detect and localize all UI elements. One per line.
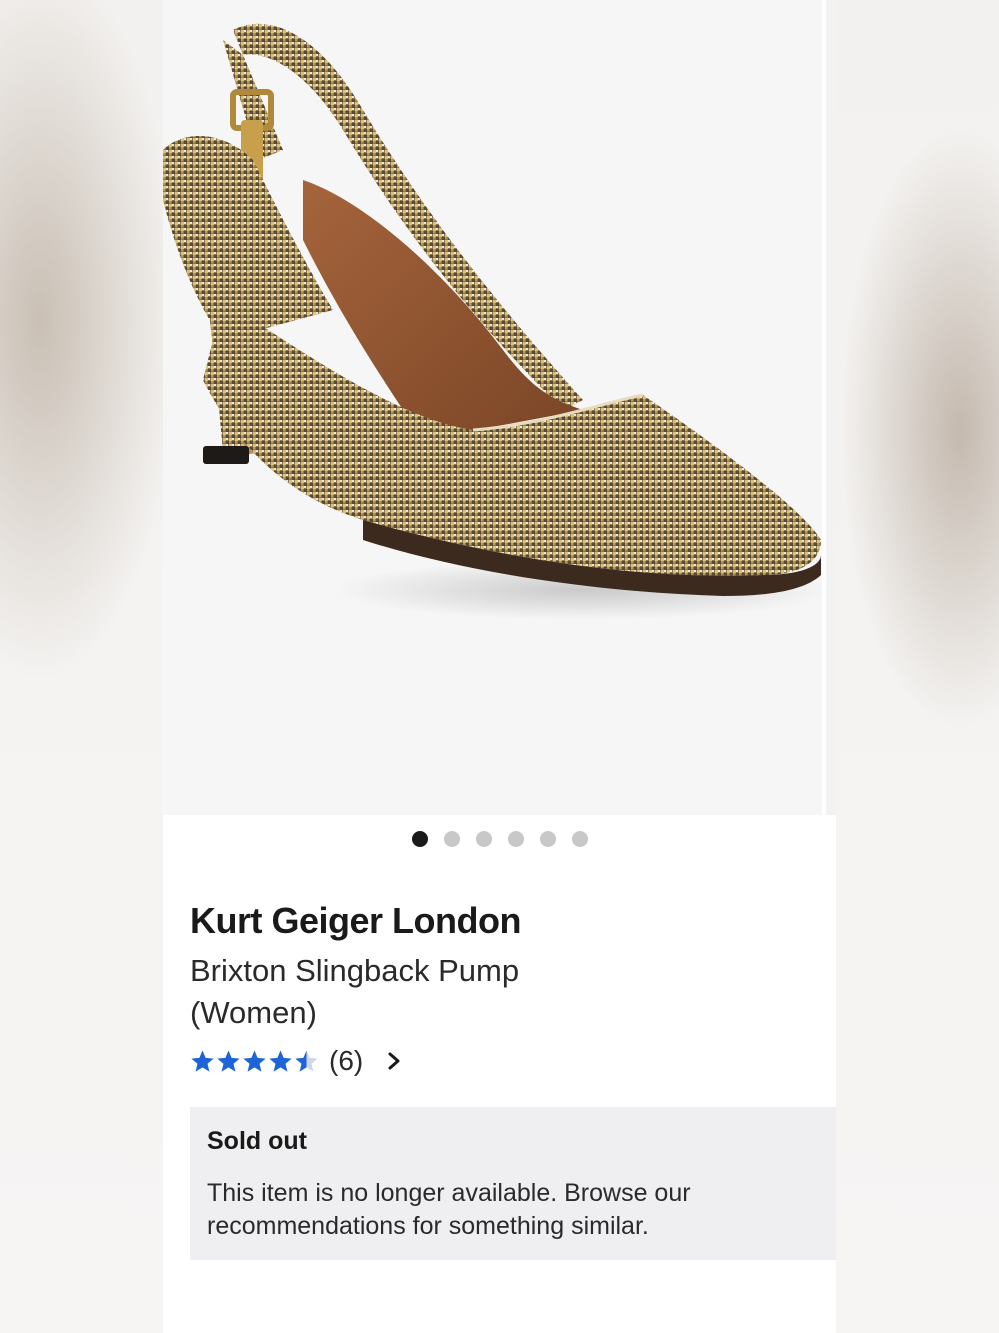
carousel-dot[interactable] bbox=[539, 831, 556, 847]
product-title: Brixton Slingback Pump (Women) bbox=[190, 953, 520, 1030]
product-card: Kurt Geiger London Brixton Slingback Pum… bbox=[163, 0, 836, 1333]
star-icon bbox=[295, 1050, 318, 1072]
star-icon bbox=[217, 1050, 240, 1072]
star-icon bbox=[191, 1050, 214, 1072]
carousel-dot[interactable] bbox=[411, 831, 428, 847]
carousel-dot[interactable] bbox=[507, 831, 524, 847]
rating-stars bbox=[190, 1049, 319, 1074]
product-image[interactable] bbox=[163, 0, 833, 815]
star-icon bbox=[269, 1050, 292, 1072]
sold-out-message: This item is no longer available. Browse… bbox=[207, 1179, 691, 1240]
product-image-carousel[interactable] bbox=[163, 0, 836, 815]
carousel-dot[interactable] bbox=[475, 831, 492, 847]
sold-out-title: Sold out bbox=[207, 1127, 307, 1155]
product-brand[interactable]: Kurt Geiger London bbox=[190, 900, 521, 942]
next-image-peek[interactable] bbox=[826, 0, 836, 815]
sold-out-notice: Sold out This item is no longer availabl… bbox=[190, 1107, 836, 1260]
rating-summary[interactable]: (6) bbox=[190, 1043, 403, 1079]
carousel-dot[interactable] bbox=[571, 831, 588, 847]
chevron-right-icon[interactable] bbox=[385, 1050, 403, 1072]
star-icon bbox=[243, 1050, 266, 1072]
review-count[interactable]: (6) bbox=[329, 1045, 363, 1077]
carousel-dot[interactable] bbox=[443, 831, 460, 847]
carousel-pagination[interactable] bbox=[163, 831, 836, 847]
